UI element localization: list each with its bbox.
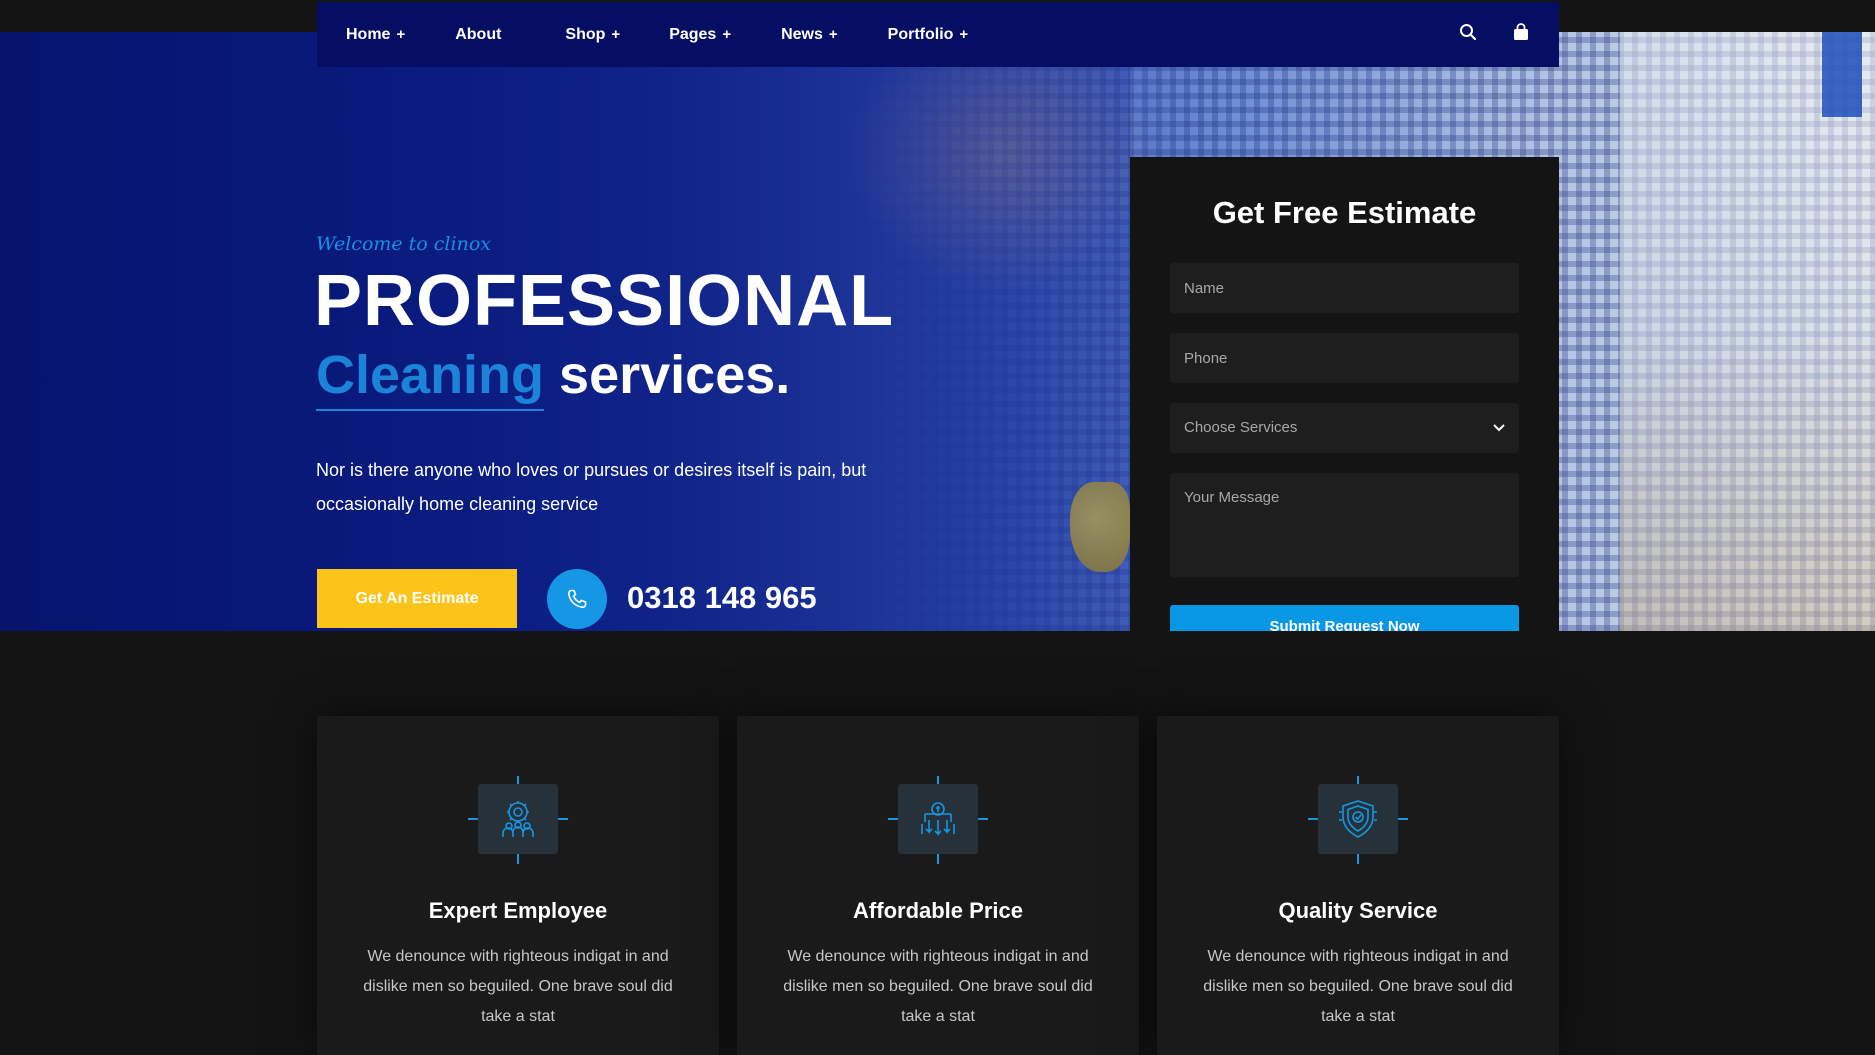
- phone-number[interactable]: 0318 148 965: [627, 580, 817, 616]
- nav-item-portfolio[interactable]: Portfolio +: [888, 26, 969, 44]
- hero-subtitle: Cleaning services.: [316, 345, 790, 411]
- hero-title: PROFESSIONAL: [314, 261, 895, 341]
- feature-title: Quality Service: [1278, 898, 1438, 923]
- price-hand-icon: [898, 784, 978, 854]
- form-title: Get Free Estimate: [1212, 195, 1477, 230]
- feature-title: Expert Employee: [428, 898, 608, 923]
- nav-item-about[interactable]: About: [455, 26, 501, 44]
- shopping-bag-icon[interactable]: [1513, 23, 1529, 46]
- feature-card-expert: Expert Employee We denounce with righteo…: [317, 716, 719, 1055]
- phone-icon[interactable]: [547, 569, 607, 629]
- phone-field[interactable]: [1170, 333, 1519, 383]
- main-navigation: Home + About Shop + Pages + News + Portfolio…: [317, 2, 1559, 67]
- chevron-down-icon: [1493, 403, 1505, 453]
- hero-section: [0, 32, 1875, 631]
- message-field[interactable]: [1170, 473, 1519, 577]
- search-icon[interactable]: [1459, 23, 1477, 46]
- name-field[interactable]: [1170, 263, 1519, 313]
- shield-badge-icon: [1318, 784, 1398, 854]
- feature-card-quality: Quality Service We denounce with righteo…: [1157, 716, 1559, 1055]
- services-select[interactable]: Choose Services: [1170, 403, 1519, 453]
- nav-item-news[interactable]: News +: [781, 26, 838, 44]
- feature-text: We denounce with righteous indigat in an…: [783, 948, 1093, 1025]
- hero-title-highlight: Cleaning: [316, 345, 545, 411]
- submit-request-button[interactable]: Submit Request Now: [1170, 605, 1519, 631]
- nav-item-shop[interactable]: Shop +: [565, 26, 620, 44]
- get-estimate-button[interactable]: Get An Estimate: [317, 569, 517, 628]
- hero-description: Nor is there anyone who loves or pursues…: [316, 460, 867, 514]
- feature-title: Affordable Price: [853, 898, 1023, 923]
- team-gear-icon: [478, 784, 558, 854]
- welcome-tagline: Welcome to clinox: [316, 233, 491, 255]
- feature-card-price: Affordable Price We denounce with righte…: [737, 716, 1139, 1055]
- estimate-form: Get Free Estimate Choose Services Submit…: [1130, 157, 1559, 631]
- feature-text: We denounce with righteous indigat in an…: [1203, 948, 1513, 1025]
- nav-item-pages[interactable]: Pages +: [669, 26, 731, 44]
- feature-text: We denounce with righteous indigat in an…: [363, 948, 673, 1025]
- nav-item-home[interactable]: Home +: [346, 26, 405, 44]
